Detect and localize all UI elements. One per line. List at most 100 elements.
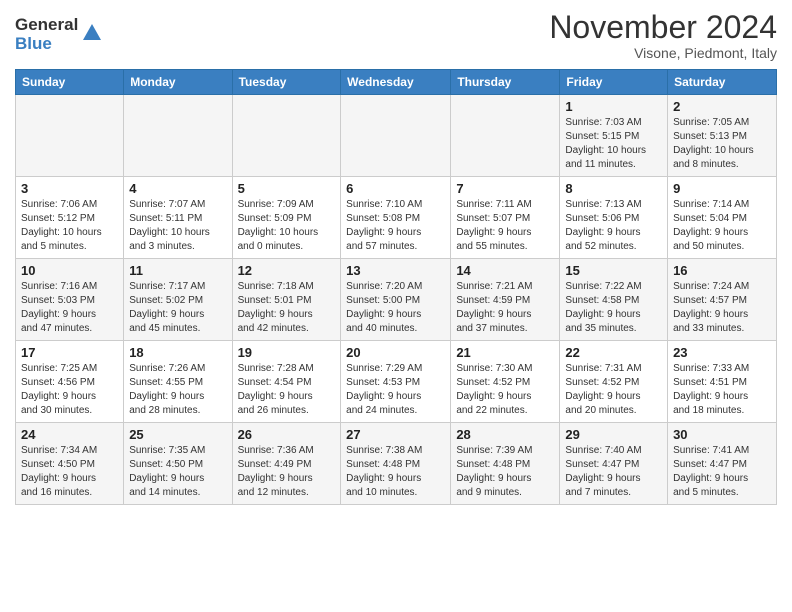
day-info: Sunrise: 7:21 AM Sunset: 4:59 PM Dayligh… — [456, 280, 554, 336]
calendar-cell — [232, 95, 341, 177]
day-info: Sunrise: 7:20 AM Sunset: 5:00 PM Dayligh… — [346, 280, 445, 336]
calendar-cell: 30 Sunrise: 7:41 AM Sunset: 4:47 PM Dayli… — [668, 423, 777, 505]
day-info: Sunrise: 7:10 AM Sunset: 5:08 PM Dayligh… — [346, 198, 445, 254]
day-number: 25 — [129, 427, 226, 442]
calendar-cell: 18 Sunrise: 7:26 AM Sunset: 4:55 PM Dayli… — [124, 341, 232, 423]
calendar-cell — [124, 95, 232, 177]
calendar-header-sunday: Sunday — [16, 70, 124, 95]
calendar-header-row: SundayMondayTuesdayWednesdayThursdayFrid… — [16, 70, 777, 95]
logo-text: General Blue — [15, 16, 78, 53]
calendar-cell: 5Sunrise: 7:09 AM Sunset: 5:09 PM Daylig… — [232, 177, 341, 259]
calendar-cell: 3Sunrise: 7:06 AM Sunset: 5:12 PM Daylig… — [16, 177, 124, 259]
calendar-cell: 11 Sunrise: 7:17 AM Sunset: 5:02 PM Dayli… — [124, 259, 232, 341]
day-number: 16 — [673, 263, 771, 278]
day-number: 12 — [238, 263, 336, 278]
calendar-cell: 17 Sunrise: 7:25 AM Sunset: 4:56 PM Dayli… — [16, 341, 124, 423]
day-number: 9 — [673, 181, 771, 196]
calendar-cell: 25 Sunrise: 7:35 AM Sunset: 4:50 PM Dayli… — [124, 423, 232, 505]
header: General Blue November 2024 Visone, Piedm… — [15, 10, 777, 61]
calendar-cell — [341, 95, 451, 177]
calendar-cell: 19 Sunrise: 7:28 AM Sunset: 4:54 PM Dayli… — [232, 341, 341, 423]
calendar-header-friday: Friday — [560, 70, 668, 95]
calendar-cell: 22Sunrise: 7:31 AM Sunset: 4:52 PM Dayli… — [560, 341, 668, 423]
calendar-cell: 20 Sunrise: 7:29 AM Sunset: 4:53 PM Dayli… — [341, 341, 451, 423]
calendar-cell: 28Sunrise: 7:39 AM Sunset: 4:48 PM Dayli… — [451, 423, 560, 505]
day-info: Sunrise: 7:40 AM Sunset: 4:47 PM Dayligh… — [565, 444, 662, 500]
day-number: 29 — [565, 427, 662, 442]
day-info: Sunrise: 7:25 AM Sunset: 4:56 PM Dayligh… — [21, 362, 118, 418]
calendar-cell: 4 Sunrise: 7:07 AM Sunset: 5:11 PM Daylig… — [124, 177, 232, 259]
day-number: 22 — [565, 345, 662, 360]
calendar-cell: 12 Sunrise: 7:18 AM Sunset: 5:01 PM Dayli… — [232, 259, 341, 341]
calendar-cell: 27 Sunrise: 7:38 AM Sunset: 4:48 PM Dayli… — [341, 423, 451, 505]
day-info: Sunrise: 7:22 AM Sunset: 4:58 PM Dayligh… — [565, 280, 662, 336]
logo-icon — [81, 22, 103, 49]
day-number: 24 — [21, 427, 118, 442]
calendar: SundayMondayTuesdayWednesdayThursdayFrid… — [15, 69, 777, 505]
day-number: 27 — [346, 427, 445, 442]
calendar-header-thursday: Thursday — [451, 70, 560, 95]
day-info: Sunrise: 7:26 AM Sunset: 4:55 PM Dayligh… — [129, 362, 226, 418]
day-number: 23 — [673, 345, 771, 360]
day-info: Sunrise: 7:03 AM Sunset: 5:15 PM Dayligh… — [565, 116, 662, 172]
calendar-week-row: 10Sunrise: 7:16 AM Sunset: 5:03 PM Dayli… — [16, 259, 777, 341]
day-number: 5 — [238, 181, 336, 196]
logo: General Blue — [15, 16, 103, 53]
calendar-cell: 26Sunrise: 7:36 AM Sunset: 4:49 PM Dayli… — [232, 423, 341, 505]
calendar-cell: 14Sunrise: 7:21 AM Sunset: 4:59 PM Dayli… — [451, 259, 560, 341]
day-info: Sunrise: 7:13 AM Sunset: 5:06 PM Dayligh… — [565, 198, 662, 254]
day-info: Sunrise: 7:35 AM Sunset: 4:50 PM Dayligh… — [129, 444, 226, 500]
calendar-cell: 23 Sunrise: 7:33 AM Sunset: 4:51 PM Dayli… — [668, 341, 777, 423]
day-number: 6 — [346, 181, 445, 196]
day-info: Sunrise: 7:11 AM Sunset: 5:07 PM Dayligh… — [456, 198, 554, 254]
day-number: 20 — [346, 345, 445, 360]
day-info: Sunrise: 7:30 AM Sunset: 4:52 PM Dayligh… — [456, 362, 554, 418]
day-number: 19 — [238, 345, 336, 360]
calendar-cell: 9 Sunrise: 7:14 AM Sunset: 5:04 PM Daylig… — [668, 177, 777, 259]
title-block: November 2024 Visone, Piedmont, Italy — [549, 10, 777, 61]
day-info: Sunrise: 7:14 AM Sunset: 5:04 PM Dayligh… — [673, 198, 771, 254]
calendar-cell: 2 Sunrise: 7:05 AM Sunset: 5:13 PM Daylig… — [668, 95, 777, 177]
location: Visone, Piedmont, Italy — [549, 45, 777, 61]
day-number: 7 — [456, 181, 554, 196]
day-number: 15 — [565, 263, 662, 278]
day-number: 26 — [238, 427, 336, 442]
day-info: Sunrise: 7:28 AM Sunset: 4:54 PM Dayligh… — [238, 362, 336, 418]
day-number: 1 — [565, 99, 662, 114]
day-number: 28 — [456, 427, 554, 442]
day-number: 8 — [565, 181, 662, 196]
day-info: Sunrise: 7:41 AM Sunset: 4:47 PM Dayligh… — [673, 444, 771, 500]
day-number: 30 — [673, 427, 771, 442]
day-info: Sunrise: 7:18 AM Sunset: 5:01 PM Dayligh… — [238, 280, 336, 336]
day-number: 2 — [673, 99, 771, 114]
calendar-week-row: 24 Sunrise: 7:34 AM Sunset: 4:50 PM Dayli… — [16, 423, 777, 505]
day-info: Sunrise: 7:17 AM Sunset: 5:02 PM Dayligh… — [129, 280, 226, 336]
calendar-week-row: 17 Sunrise: 7:25 AM Sunset: 4:56 PM Dayli… — [16, 341, 777, 423]
calendar-cell: 1 Sunrise: 7:03 AM Sunset: 5:15 PM Daylig… — [560, 95, 668, 177]
day-info: Sunrise: 7:24 AM Sunset: 4:57 PM Dayligh… — [673, 280, 771, 336]
logo-general: General — [15, 16, 78, 35]
day-info: Sunrise: 7:38 AM Sunset: 4:48 PM Dayligh… — [346, 444, 445, 500]
day-number: 18 — [129, 345, 226, 360]
day-number: 11 — [129, 263, 226, 278]
day-number: 13 — [346, 263, 445, 278]
month-title: November 2024 — [549, 10, 777, 45]
calendar-header-wednesday: Wednesday — [341, 70, 451, 95]
day-number: 21 — [456, 345, 554, 360]
calendar-cell — [16, 95, 124, 177]
calendar-header-tuesday: Tuesday — [232, 70, 341, 95]
day-info: Sunrise: 7:07 AM Sunset: 5:11 PM Dayligh… — [129, 198, 226, 254]
day-info: Sunrise: 7:33 AM Sunset: 4:51 PM Dayligh… — [673, 362, 771, 418]
day-info: Sunrise: 7:34 AM Sunset: 4:50 PM Dayligh… — [21, 444, 118, 500]
day-number: 4 — [129, 181, 226, 196]
calendar-cell: 24 Sunrise: 7:34 AM Sunset: 4:50 PM Dayli… — [16, 423, 124, 505]
day-number: 17 — [21, 345, 118, 360]
calendar-cell: 8 Sunrise: 7:13 AM Sunset: 5:06 PM Daylig… — [560, 177, 668, 259]
calendar-header-monday: Monday — [124, 70, 232, 95]
day-info: Sunrise: 7:29 AM Sunset: 4:53 PM Dayligh… — [346, 362, 445, 418]
calendar-cell: 10Sunrise: 7:16 AM Sunset: 5:03 PM Dayli… — [16, 259, 124, 341]
day-info: Sunrise: 7:16 AM Sunset: 5:03 PM Dayligh… — [21, 280, 118, 336]
day-number: 3 — [21, 181, 118, 196]
day-info: Sunrise: 7:05 AM Sunset: 5:13 PM Dayligh… — [673, 116, 771, 172]
calendar-week-row: 3Sunrise: 7:06 AM Sunset: 5:12 PM Daylig… — [16, 177, 777, 259]
